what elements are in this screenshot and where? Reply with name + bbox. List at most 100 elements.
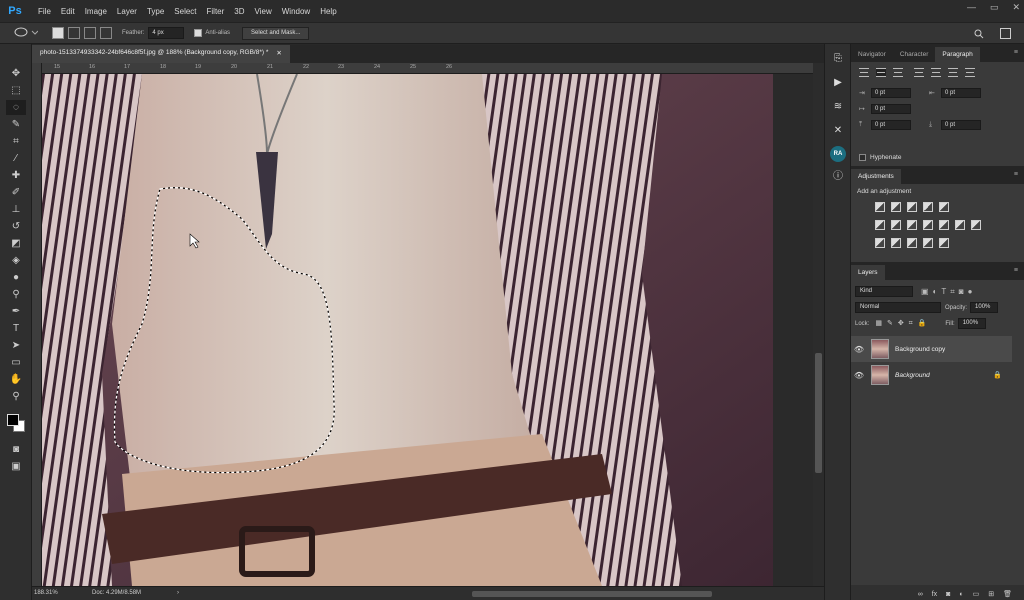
- add-mask-icon[interactable]: ◙: [946, 591, 950, 598]
- clone-stamp-tool-icon[interactable]: ⊥: [6, 202, 26, 217]
- gradient-triangle-icon[interactable]: [939, 202, 949, 212]
- space-before-input[interactable]: 0 pt: [871, 120, 911, 130]
- first-line-input[interactable]: 0 pt: [871, 104, 911, 114]
- search-icon[interactable]: [974, 29, 984, 39]
- delete-layer-icon[interactable]: 🗑: [1003, 590, 1012, 598]
- panel-menu-icon[interactable]: ≡: [1014, 267, 1018, 274]
- layer-name[interactable]: Background: [895, 372, 930, 379]
- panel-menu-icon[interactable]: ≡: [1014, 171, 1018, 178]
- fx-icon[interactable]: fx: [932, 591, 937, 598]
- quick-select-tool-icon[interactable]: ✎: [6, 117, 26, 132]
- brightness-icon[interactable]: [875, 202, 885, 212]
- layer-row[interactable]: 👁 Background 🔒: [851, 362, 1012, 388]
- workspace-icon[interactable]: [1000, 28, 1011, 39]
- eyedropper-tool-icon[interactable]: ⁄: [6, 151, 26, 166]
- crop-tool-icon[interactable]: ⌗: [6, 134, 26, 149]
- vertical-scrollbar[interactable]: [813, 63, 824, 586]
- pen-tool-icon[interactable]: ✒: [6, 304, 26, 319]
- tab-character[interactable]: Character: [893, 47, 936, 62]
- black-white-icon[interactable]: [923, 220, 933, 230]
- intersect-selection-icon[interactable]: [100, 27, 112, 39]
- healing-brush-tool-icon[interactable]: ✚: [6, 168, 26, 183]
- menu-filter[interactable]: Filter: [202, 7, 230, 16]
- opacity-input[interactable]: 100%: [970, 302, 999, 313]
- menu-select[interactable]: Select: [169, 7, 201, 16]
- justify-all-icon[interactable]: [965, 68, 975, 77]
- levels-icon[interactable]: [891, 202, 901, 212]
- lasso-tool-icon[interactable]: ◌: [6, 100, 26, 115]
- blend-mode-dropdown[interactable]: Normal: [855, 302, 941, 313]
- channel-mixer-icon[interactable]: [955, 220, 965, 230]
- menu-type[interactable]: Type: [142, 7, 169, 16]
- fill-input[interactable]: 100%: [957, 318, 986, 329]
- tab-layers[interactable]: Layers: [851, 265, 885, 280]
- color-swatches[interactable]: [3, 410, 29, 436]
- zoom-tool-icon[interactable]: ⚲: [6, 389, 26, 404]
- justify-center-icon[interactable]: [931, 68, 941, 77]
- history-brush-tool-icon[interactable]: ↺: [6, 219, 26, 234]
- antialias-checkbox[interactable]: [194, 29, 203, 37]
- gradient-map-icon[interactable]: [939, 238, 949, 248]
- play-actions-icon[interactable]: ▶: [829, 74, 847, 92]
- menu-layer[interactable]: Layer: [112, 7, 142, 16]
- invert-icon[interactable]: [875, 238, 885, 248]
- rectangle-tool-icon[interactable]: ▭: [6, 355, 26, 370]
- eraser-tool-icon[interactable]: ◩: [6, 236, 26, 251]
- paint-bucket-tool-icon[interactable]: ◈: [6, 253, 26, 268]
- color-balance-icon[interactable]: [907, 220, 917, 230]
- close-icon[interactable]: ✕: [276, 49, 281, 59]
- status-menu-arrow[interactable]: ›: [177, 590, 179, 596]
- indent-right-input[interactable]: 0 pt: [941, 88, 981, 98]
- align-left-icon[interactable]: [859, 68, 869, 77]
- eye-icon[interactable]: 👁: [851, 345, 867, 354]
- scroll-thumb[interactable]: [815, 353, 822, 473]
- blur-tool-icon[interactable]: ●: [6, 270, 26, 285]
- history-icon[interactable]: ⎘: [829, 50, 847, 68]
- select-and-mask-button[interactable]: Select and Mask...: [242, 26, 310, 40]
- menu-image[interactable]: Image: [80, 7, 112, 16]
- document-tab[interactable]: photo-1513374933342-24bf646c8f5f.jpg @ 1…: [32, 45, 290, 63]
- selective-color-icon[interactable]: [923, 238, 933, 248]
- zoom-level[interactable]: 188.31%: [34, 590, 58, 596]
- link-layers-icon[interactable]: ∞: [918, 591, 923, 598]
- layer-row[interactable]: 👁 Background copy: [851, 336, 1012, 362]
- photo-filter-icon[interactable]: [939, 220, 949, 230]
- lasso-tool-preset-icon[interactable]: [12, 26, 38, 40]
- tab-adjustments[interactable]: Adjustments: [851, 169, 901, 184]
- marquee-tool-icon[interactable]: ⬚: [6, 83, 26, 98]
- new-selection-icon[interactable]: [52, 27, 64, 39]
- add-to-selection-icon[interactable]: [68, 27, 80, 39]
- kind-filter-dropdown[interactable]: Kind: [855, 286, 913, 297]
- brush-tool-icon[interactable]: ✐: [6, 185, 26, 200]
- indent-left-input[interactable]: 0 pt: [871, 88, 911, 98]
- hand-tool-icon[interactable]: ✋: [6, 372, 26, 387]
- layer-name[interactable]: Background copy: [895, 346, 945, 353]
- lock-icons[interactable]: ▦✎✥⌗🔒: [875, 319, 931, 328]
- move-tool-icon[interactable]: ✥: [6, 66, 26, 81]
- hyphenate-checkbox[interactable]: [859, 154, 866, 161]
- new-layer-icon[interactable]: ⊞: [988, 590, 994, 598]
- feather-input[interactable]: 4 px: [148, 27, 185, 39]
- menu-file[interactable]: File: [33, 7, 56, 16]
- subtract-selection-icon[interactable]: [84, 27, 96, 39]
- menu-window[interactable]: Window: [277, 7, 315, 16]
- menu-help[interactable]: Help: [315, 7, 341, 16]
- screen-mode-icon[interactable]: ▣: [6, 459, 26, 474]
- tab-navigator[interactable]: Navigator: [851, 47, 893, 62]
- tab-paragraph[interactable]: Paragraph: [935, 47, 980, 62]
- threshold-icon[interactable]: [907, 238, 917, 248]
- new-group-icon[interactable]: ▭: [973, 590, 980, 598]
- foreground-color-swatch[interactable]: [7, 414, 19, 426]
- horizontal-scrollbar[interactable]: [472, 591, 712, 597]
- brush-presets-icon[interactable]: ≋: [829, 98, 847, 116]
- minimize-button[interactable]: —: [967, 2, 976, 13]
- info-icon[interactable]: ⓘ: [829, 168, 847, 186]
- color-lookup-icon[interactable]: [971, 220, 981, 230]
- dodge-tool-icon[interactable]: ⚲: [6, 287, 26, 302]
- menu-edit[interactable]: Edit: [56, 7, 80, 16]
- document-canvas[interactable]: [42, 74, 773, 586]
- menu-view[interactable]: View: [250, 7, 277, 16]
- align-center-icon[interactable]: [876, 68, 886, 77]
- hue-saturation-icon[interactable]: [891, 220, 901, 230]
- justify-left-icon[interactable]: [914, 68, 924, 77]
